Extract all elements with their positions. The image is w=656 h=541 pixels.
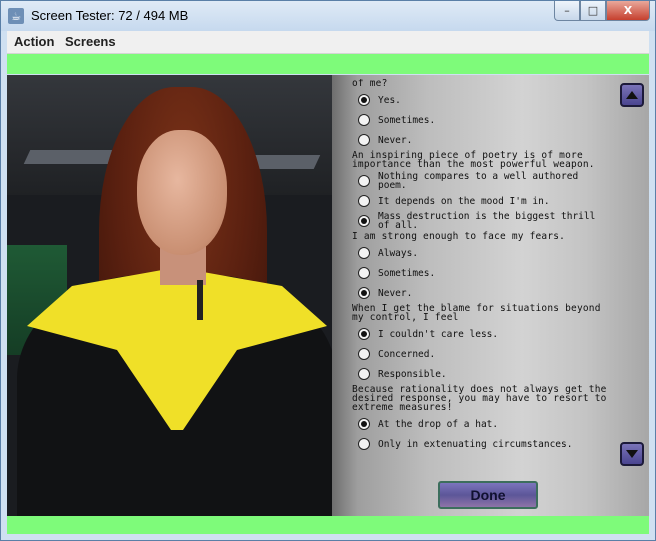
answer-option[interactable]: Responsible. [358,365,612,383]
arrow-down-icon [626,450,638,458]
answer-label: I couldn't care less. [378,328,499,340]
radio-selected[interactable] [358,418,370,430]
answer-option[interactable]: At the drop of a hat. [358,415,612,433]
window-title: Screen Tester: 72 / 494 MB [31,8,189,23]
maximize-button[interactable]: □ [580,1,606,21]
scroll-down-button[interactable] [620,442,644,466]
answer-option[interactable]: Always. [358,244,612,262]
answer-label: Always. [378,247,419,259]
answer-label: Concerned. [378,348,436,360]
radio-unselected[interactable] [358,348,370,360]
answer-option[interactable]: Nothing compares to a well authored poem… [358,172,612,190]
java-app-icon: ☕ [8,8,24,24]
answer-option[interactable]: Never. [358,284,612,302]
question-text: An inspiring piece of poetry is of more … [352,150,595,170]
questionnaire-panel: of me? Yes. Sometimes. Never. An inspiring p… [332,75,649,516]
answer-option[interactable]: Yes. [358,91,612,109]
radio-selected[interactable] [358,287,370,299]
menu-screens[interactable]: Screens [65,34,116,49]
portrait-zipper [197,280,203,320]
answer-option[interactable]: Sometimes. [358,111,612,129]
radio-unselected[interactable] [358,267,370,279]
minimize-button[interactable]: – [554,1,580,21]
title-bar[interactable]: ☕ Screen Tester: 72 / 494 MB – □ X [1,1,655,31]
answer-label: Responsible. [378,368,447,380]
answer-label: Mass destruction is the biggest thrill o… [378,211,596,231]
question-text: Because rationality does not always get … [352,384,607,413]
answer-label: Sometimes. [378,114,436,126]
radio-unselected[interactable] [358,114,370,126]
scroll-up-button[interactable] [620,83,644,107]
radio-selected[interactable] [358,215,370,227]
answer-label: Never. [378,287,413,299]
portrait-face [137,130,227,255]
menu-bar: Action Screens [7,31,649,54]
answer-option[interactable]: Concerned. [358,345,612,363]
answer-label: Only in extenuating circumstances. [378,438,573,450]
question-list[interactable]: of me? Yes. Sometimes. Never. An inspiring p… [352,79,612,469]
arrow-up-icon [626,91,638,99]
answer-label: It depends on the mood I'm in. [378,195,550,207]
top-green-bar [7,54,649,74]
radio-unselected[interactable] [358,195,370,207]
radio-unselected[interactable] [358,368,370,380]
character-portrait [7,75,332,516]
radio-unselected[interactable] [358,247,370,259]
answer-option[interactable]: Mass destruction is the biggest thrill o… [358,212,612,230]
radio-unselected[interactable] [358,438,370,450]
bottom-green-bar [7,516,649,534]
radio-unselected[interactable] [358,175,370,187]
answer-option[interactable]: Never. [358,131,612,149]
answer-label: Yes. [378,94,401,106]
window-controls: – □ X [554,1,650,21]
screen-content: of me? Yes. Sometimes. Never. An inspiring p… [7,75,649,516]
radio-selected[interactable] [358,328,370,340]
radio-selected[interactable] [358,94,370,106]
radio-unselected[interactable] [358,134,370,146]
answer-label: At the drop of a hat. [378,418,499,430]
ceiling-light [23,150,121,164]
answer-option[interactable]: It depends on the mood I'm in. [358,192,612,210]
app-window: ☕ Screen Tester: 72 / 494 MB – □ X Actio… [0,0,656,541]
close-button[interactable]: X [606,1,650,21]
answer-option[interactable]: Sometimes. [358,264,612,282]
question-text: of me? [352,79,388,89]
answer-label: Sometimes. [378,267,436,279]
menu-action[interactable]: Action [14,34,54,49]
question-text: When I get the blame for situations beyo… [352,303,601,323]
answer-option[interactable]: I couldn't care less. [358,325,612,343]
done-button[interactable]: Done [438,481,538,509]
answer-option[interactable]: Only in extenuating circumstances. [358,435,612,453]
answer-label: Nothing compares to a well authored poem… [378,171,579,191]
answer-label: Never. [378,134,413,146]
question-text: I am strong enough to face my fears. [352,231,566,242]
